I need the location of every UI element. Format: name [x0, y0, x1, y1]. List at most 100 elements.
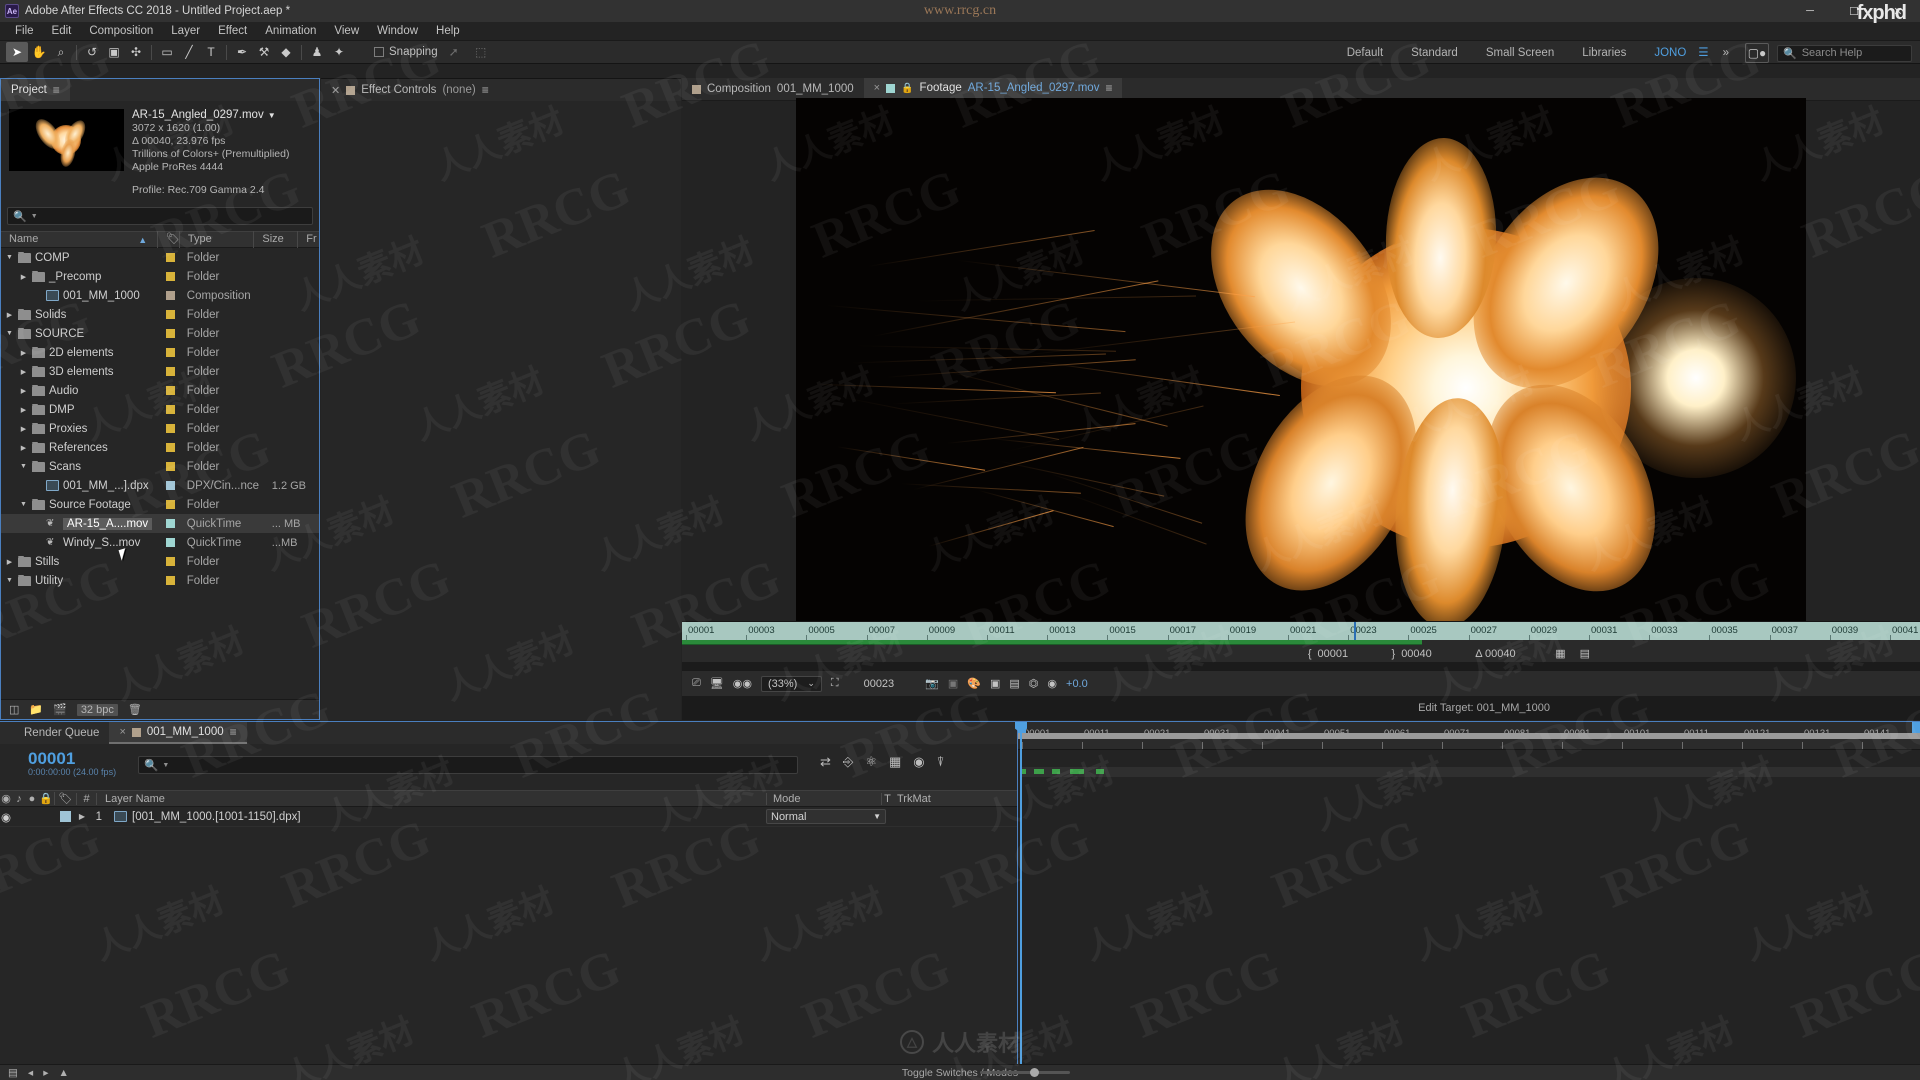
layer-name-header[interactable]: Layer Name: [96, 792, 766, 805]
label-color-swatch[interactable]: [166, 310, 175, 319]
new-composition-icon[interactable]: 🎬: [53, 703, 67, 716]
workspace-small-screen[interactable]: Small Screen: [1472, 41, 1568, 65]
puppet-pin-tool[interactable]: ✦: [328, 42, 350, 62]
show-snapshot-icon[interactable]: ▣: [948, 677, 958, 690]
workspace-user[interactable]: JONO: [1640, 41, 1692, 65]
camera-tool[interactable]: ▣: [103, 42, 125, 62]
hand-tool[interactable]: ✋: [28, 42, 50, 62]
transparency-grid-icon[interactable]: ▣: [990, 677, 1000, 690]
footage-frame[interactable]: [796, 97, 1806, 625]
channel-icon[interactable]: 🎨: [967, 677, 981, 690]
tab-project[interactable]: Project ≡: [1, 79, 70, 101]
shape-tool[interactable]: ▭: [156, 42, 178, 62]
solo-switch-header-icon[interactable]: ●: [26, 793, 38, 805]
work-area-bar[interactable]: [1018, 733, 1920, 739]
zoom-level-select[interactable]: (33%) ⌄: [760, 675, 822, 692]
label-color-swatch[interactable]: [166, 557, 175, 566]
minimize-button[interactable]: ─: [1788, 0, 1832, 22]
viewer-timecode[interactable]: 00023: [864, 678, 895, 690]
label-color-swatch[interactable]: [166, 519, 175, 528]
guides-icon[interactable]: ⏣: [1029, 677, 1039, 690]
viewer-menu-icon[interactable]: ≡: [1105, 81, 1112, 95]
twirl-down-icon[interactable]: ▼: [19, 501, 28, 508]
toggle-switches-icon[interactable]: ▤: [8, 1067, 18, 1079]
twirl-right-icon[interactable]: ▶: [19, 425, 28, 433]
in-point-icon[interactable]: {: [1308, 648, 1312, 660]
twirl-down-icon[interactable]: ▼: [5, 577, 14, 584]
workspace-default[interactable]: Default: [1333, 41, 1397, 65]
draft-3d-icon[interactable]: ⎆: [843, 754, 853, 770]
project-item-row[interactable]: ❦ AR-15_A....mov QuickTime ... MB: [1, 514, 319, 533]
label-color-swatch[interactable]: [166, 291, 175, 300]
tab-render-queue[interactable]: Render Queue: [0, 722, 110, 744]
timeline-graph-area[interactable]: 0000100011000210003100041000510006100071…: [1015, 722, 1920, 1064]
workspace-menu-icon[interactable]: ☰: [1692, 41, 1714, 65]
label-color-swatch[interactable]: [166, 443, 175, 452]
project-item-row[interactable]: ▼ COMP Folder: [1, 248, 319, 267]
label-column-header-icon[interactable]: 🏷: [54, 792, 76, 805]
label-color-swatch[interactable]: [166, 253, 175, 262]
project-item-row[interactable]: ❦ Windy_S...mov QuickTime ...MB: [1, 533, 319, 552]
column-type[interactable]: Type: [178, 231, 253, 248]
twirl-down-icon[interactable]: ▼: [5, 254, 14, 261]
twirl-right-icon[interactable]: ▶: [19, 368, 28, 376]
close-icon[interactable]: ×: [119, 726, 125, 738]
timeline-zoom-slider[interactable]: [980, 1071, 1070, 1074]
chevron-down-icon[interactable]: ▼: [268, 109, 276, 122]
zoom-out-icon[interactable]: ◂: [28, 1067, 33, 1079]
tab-composition-timeline[interactable]: × 001_MM_1000 ≡: [109, 722, 247, 744]
3d-view-icon[interactable]: ◉◉: [733, 677, 752, 690]
lock-switch-header-icon[interactable]: 🔒: [38, 792, 54, 805]
out-point-icon[interactable]: }: [1392, 648, 1396, 660]
lock-icon[interactable]: 🔒: [901, 83, 913, 94]
zoom-in-icon[interactable]: ▸: [43, 1067, 48, 1079]
project-item-row[interactable]: ▼ Scans Folder: [1, 457, 319, 476]
ripple-insert-icon[interactable]: ▦: [1555, 647, 1565, 660]
label-color-swatch[interactable]: [166, 576, 175, 585]
menu-window[interactable]: Window: [368, 24, 427, 38]
snapping-control[interactable]: Snapping ➚ ⬚: [374, 42, 492, 62]
timeline-search-input[interactable]: 🔍 ▼: [138, 756, 798, 774]
effect-controls-menu-icon[interactable]: ≡: [482, 83, 489, 97]
menu-animation[interactable]: Animation: [256, 24, 325, 38]
layer-mode-select[interactable]: Normal ▼: [766, 809, 886, 824]
roto-brush-tool[interactable]: ♟: [306, 42, 328, 62]
comp-marker-icon[interactable]: ▲: [58, 1067, 68, 1079]
label-color-swatch[interactable]: [166, 462, 175, 471]
exposure-value[interactable]: +0.0: [1066, 678, 1088, 690]
project-item-row[interactable]: ▼ SOURCE Folder: [1, 324, 319, 343]
label-color-swatch[interactable]: [166, 538, 175, 547]
delete-icon[interactable]: 🗑: [128, 703, 142, 716]
layer-number-header[interactable]: #: [76, 792, 96, 805]
menu-edit[interactable]: Edit: [43, 24, 81, 38]
footage-timeline[interactable]: 00001 00003 00005 00007 00009 00011 00013 00015…: [682, 621, 1920, 662]
snapping-checkbox[interactable]: [374, 47, 384, 57]
audio-switch-header-icon[interactable]: ♪: [12, 793, 26, 805]
workspace-libraries[interactable]: Libraries: [1568, 41, 1640, 65]
layer-duration-bar[interactable]: [1020, 767, 1920, 777]
label-color-swatch[interactable]: [166, 424, 175, 433]
mode-header[interactable]: Mode: [766, 792, 881, 805]
main-viewer-icon[interactable]: 🖥: [710, 677, 724, 690]
workspace-overflow-icon[interactable]: »: [1715, 41, 1737, 65]
twirl-right-icon[interactable]: ▶: [19, 406, 28, 414]
project-item-row[interactable]: ▶ 3D elements Folder: [1, 362, 319, 381]
frame-blending-icon[interactable]: ▦: [889, 754, 901, 770]
brush-tool[interactable]: ✒: [231, 42, 253, 62]
menu-view[interactable]: View: [325, 24, 368, 38]
label-color-swatch[interactable]: [166, 272, 175, 281]
column-name[interactable]: Name: [1, 231, 138, 248]
pan-behind-tool[interactable]: ✣: [125, 42, 147, 62]
region-of-interest-icon[interactable]: ⛶: [831, 677, 839, 690]
current-time-indicator[interactable]: [1015, 722, 1027, 1064]
twirl-right-icon[interactable]: ▶: [5, 558, 14, 566]
selection-tool[interactable]: ➤: [6, 42, 28, 62]
layer-name-cell[interactable]: [001_MM_1000.[1001-1150].dpx]: [106, 811, 766, 823]
reset-exposure-icon[interactable]: ◉: [1047, 677, 1057, 690]
project-item-row[interactable]: ▶ 2D elements Folder: [1, 343, 319, 362]
project-menu-icon[interactable]: ≡: [53, 83, 60, 97]
column-size[interactable]: Size: [253, 231, 297, 248]
layer-label-color[interactable]: [54, 811, 76, 822]
snap-grid-icon[interactable]: ⬚: [470, 42, 492, 62]
menu-effect[interactable]: Effect: [209, 24, 256, 38]
